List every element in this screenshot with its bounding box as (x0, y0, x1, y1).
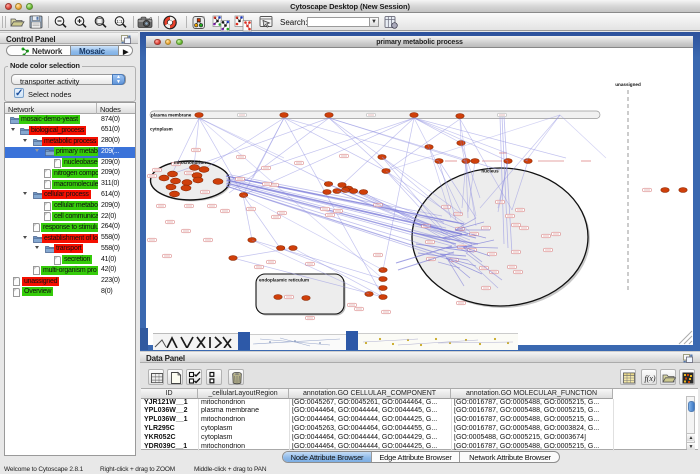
svg-text:cytoplasm: cytoplasm (150, 127, 173, 132)
svg-text:nucleus: nucleus (481, 169, 499, 174)
svg-text:f(x): f(x) (644, 374, 655, 383)
svg-text:mitochondrion: mitochondrion (174, 160, 206, 165)
svg-text:endoplasmic reticulum: endoplasmic reticulum (259, 278, 309, 283)
svg-text:plasma membrane: plasma membrane (151, 113, 192, 118)
svg-text:unassigned: unassigned (615, 82, 641, 87)
svg-text:1:1: 1:1 (116, 19, 123, 24)
